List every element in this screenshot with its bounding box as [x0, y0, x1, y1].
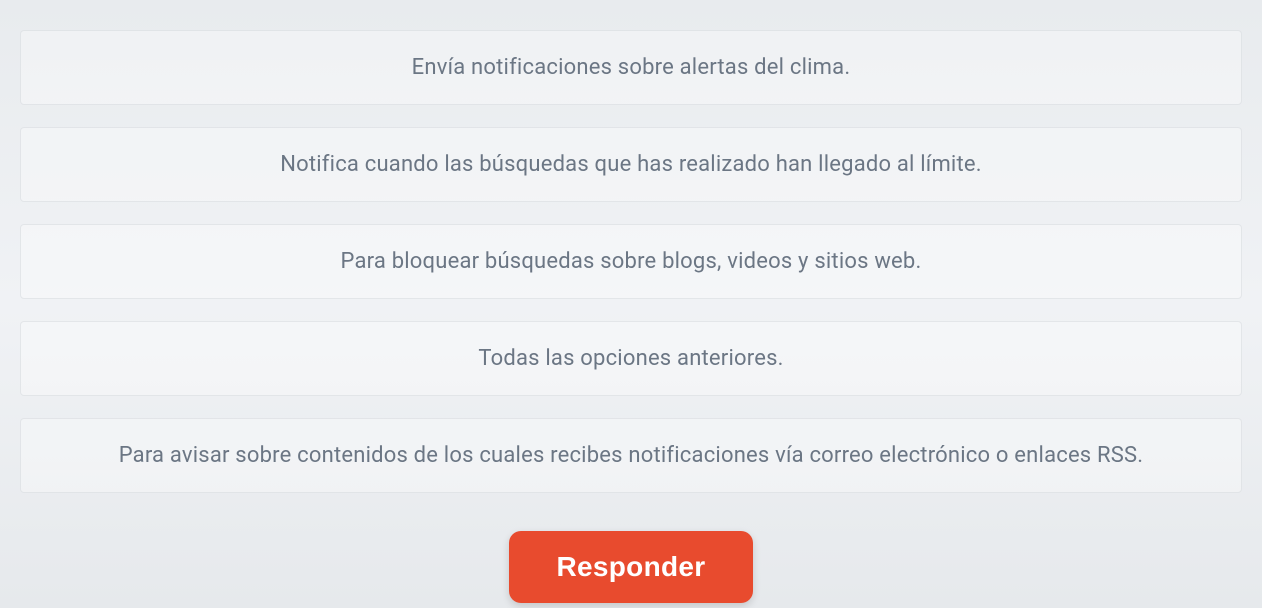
quiz-option[interactable]: Para avisar sobre contenidos de los cual…	[20, 418, 1242, 493]
quiz-option[interactable]: Para bloquear búsquedas sobre blogs, vid…	[20, 224, 1242, 299]
quiz-option-label: Para bloquear búsquedas sobre blogs, vid…	[341, 249, 922, 274]
quiz-option[interactable]: Envía notificaciones sobre alertas del c…	[20, 30, 1242, 105]
quiz-option-label: Para avisar sobre contenidos de los cual…	[119, 443, 1144, 468]
quiz-options-list: Envía notificaciones sobre alertas del c…	[0, 30, 1262, 493]
respond-button[interactable]: Responder	[509, 531, 754, 603]
quiz-option-label: Envía notificaciones sobre alertas del c…	[412, 55, 851, 80]
quiz-option[interactable]: Todas las opciones anteriores.	[20, 321, 1242, 396]
quiz-option[interactable]: Notifica cuando las búsquedas que has re…	[20, 127, 1242, 202]
submit-container: Responder	[0, 531, 1262, 603]
quiz-option-label: Todas las opciones anteriores.	[478, 346, 783, 371]
quiz-option-label: Notifica cuando las búsquedas que has re…	[280, 152, 982, 177]
